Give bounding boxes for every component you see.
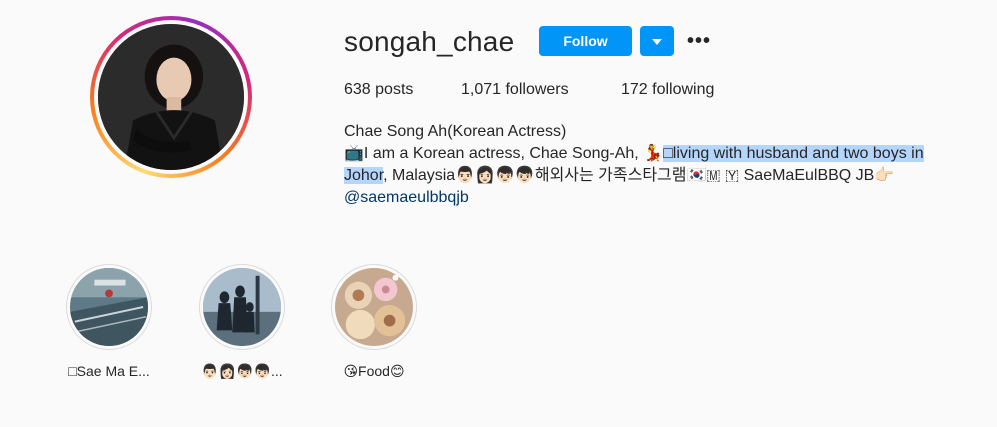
follow-button[interactable]: Follow bbox=[539, 26, 632, 56]
profile-avatar bbox=[98, 24, 244, 170]
highlight-cover-image bbox=[203, 268, 281, 346]
followers-link[interactable]: 1,071 followers bbox=[461, 80, 581, 100]
avatar-photo bbox=[98, 24, 244, 170]
profile-avatar-ring[interactable] bbox=[90, 16, 252, 178]
profile-stats: 638 posts 1,071 followers 172 following bbox=[344, 80, 754, 100]
highlight-ring bbox=[199, 264, 285, 350]
suggested-accounts-dropdown-button[interactable] bbox=[640, 26, 674, 56]
highlight-cover-image bbox=[335, 268, 413, 346]
highlight-label: 👨🏻👩🏻👦🏻👦🏻... bbox=[201, 363, 283, 379]
story-highlight-family[interactable]: 👨🏻👩🏻👦🏻👦🏻... bbox=[192, 264, 292, 380]
story-highlight-saemaeul[interactable]: □Sae Ma E... bbox=[59, 264, 159, 380]
highlight-cover-image bbox=[70, 268, 148, 346]
profile-username: songah_chae bbox=[344, 26, 515, 57]
highlight-ring bbox=[331, 264, 417, 350]
highlight-label: 😘Food😊 bbox=[343, 363, 405, 379]
highlight-ring bbox=[66, 264, 152, 350]
highlight-cover bbox=[70, 268, 148, 346]
posts-count: 638 posts bbox=[344, 81, 414, 98]
bio-mention-link[interactable]: @saemaeulbbqjb bbox=[344, 187, 954, 209]
highlight-cover bbox=[203, 268, 281, 346]
chevron-down-icon bbox=[652, 32, 662, 50]
following-link[interactable]: 172 following bbox=[621, 80, 714, 100]
avatar-gap bbox=[94, 20, 248, 174]
more-options-icon[interactable]: ••• bbox=[686, 30, 712, 52]
bio-full-name: Chae Song Ah(Korean Actress) bbox=[344, 123, 567, 140]
bio-text-part2: , Malaysia👨🏻👩🏻👦🏻👦🏻해외사는 가족스타그램🇰🇷🇲 🇾 SaeMa… bbox=[383, 167, 895, 184]
bio-text-part1: 📺I am a Korean actress, Chae Song-Ah, 💃 bbox=[344, 145, 664, 162]
highlight-cover bbox=[335, 268, 413, 346]
profile-bio: Chae Song Ah(Korean Actress) 📺I am a Kor… bbox=[344, 121, 954, 209]
highlight-label: □Sae Ma E... bbox=[68, 363, 150, 379]
bio-description: 📺I am a Korean actress, Chae Song-Ah, 💃□… bbox=[344, 143, 954, 187]
story-highlight-food[interactable]: 😘Food😊 bbox=[324, 264, 424, 380]
